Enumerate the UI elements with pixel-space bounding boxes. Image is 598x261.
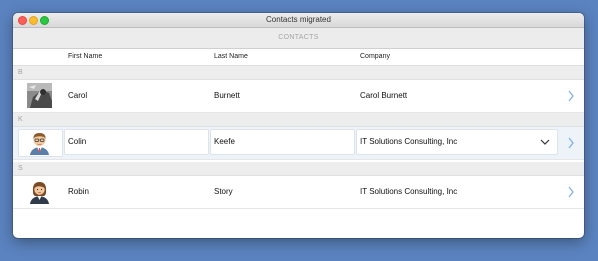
last-name-value: Keefe: [214, 137, 235, 146]
window-title: Contacts migrated: [266, 15, 331, 24]
last-name-cell: Story: [214, 187, 233, 196]
company-cell: IT Solutions Consulting, Inc: [360, 187, 458, 196]
section-letter: S: [18, 165, 23, 172]
column-header-first-name[interactable]: First Name: [68, 49, 102, 65]
chevron-right-icon[interactable]: [567, 186, 575, 198]
chevron-right-icon[interactable]: [567, 90, 575, 102]
first-name-cell: Carol: [68, 91, 88, 100]
column-header-company[interactable]: Company: [360, 49, 390, 65]
section-header-s: S: [13, 162, 584, 176]
title-bar: Contacts migrated: [13, 13, 584, 28]
company-cell: Carol Burnett: [360, 91, 408, 100]
contacts-window: Contacts migrated CONTACTS First Name La…: [13, 13, 584, 238]
chevron-right-icon[interactable]: [567, 137, 575, 149]
female-avatar-icon: [27, 179, 52, 204]
column-header-last-name[interactable]: Last Name: [214, 49, 248, 65]
photo-avatar-icon: [27, 83, 52, 108]
section-header-k: K: [13, 113, 584, 127]
contact-row-robin[interactable]: Robin Story IT Solutions Consulting, Inc: [13, 176, 584, 209]
first-name-value: Colin: [68, 137, 87, 146]
chevron-down-icon[interactable]: [538, 135, 552, 149]
first-name-field[interactable]: Colin: [64, 129, 209, 155]
contact-row-carol[interactable]: Carol Burnett Carol Burnett: [13, 80, 584, 113]
male-avatar-icon: [27, 130, 52, 155]
last-name-cell: Burnett: [214, 91, 240, 100]
contact-row-colin[interactable]: Colin Keefe IT Solutions Consulting, Inc: [13, 127, 584, 160]
first-name-cell: Robin: [68, 187, 89, 196]
toolbar-title: CONTACTS: [278, 34, 319, 41]
section-letter: K: [18, 116, 23, 123]
company-value: IT Solutions Consulting, Inc: [360, 137, 458, 146]
company-select[interactable]: IT Solutions Consulting, Inc: [356, 129, 558, 155]
table-header: First Name Last Name Company: [13, 49, 584, 66]
toolbar: CONTACTS: [13, 28, 584, 49]
last-name-field[interactable]: Keefe: [210, 129, 355, 155]
section-header-b: B: [13, 66, 584, 80]
section-letter: B: [18, 69, 23, 76]
